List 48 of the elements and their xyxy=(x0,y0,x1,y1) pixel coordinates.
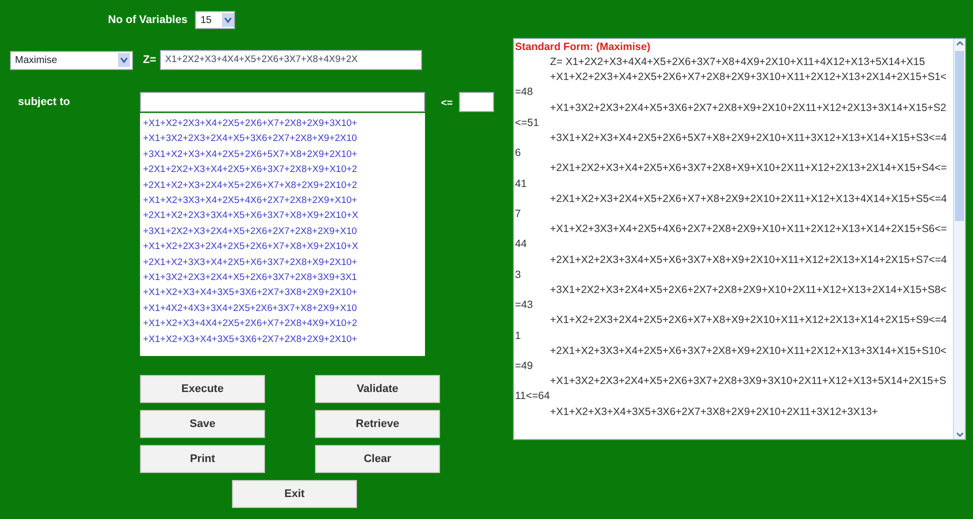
standard-form-entry: +X1+X2+X3+X4+3X5+3X6+2X7+3X8+2X9+2X10+2X11+3X12+3X13+ xyxy=(549,404,879,420)
constraint-line: +X1+X2+X3+4X4+2X5+2X6+X7+2X8+4X9+X10+2 xyxy=(143,317,358,332)
action-button[interactable]: Retrieve xyxy=(315,410,440,438)
action-button[interactable]: Print xyxy=(140,445,265,473)
standard-form-entry: Z= X1+2X2+X3+4X4+X5+2X6+3X7+X8+4X9+2X10+X11+4X12+X13+5X14+X15 xyxy=(549,55,926,70)
standard-form-entry: +X1+3X2+2X3+2X4+X5+2X6+3X7+2X8+3X9+3X10+2X11+X12+X13+5X14+2X15+S11<=64 xyxy=(515,374,948,404)
standard-form-title: Standard Form: (Maximise) xyxy=(515,40,652,55)
constraint-line: +2X1+X2+3X3+X4+2X5+X6+3X7+2X8+X9+2X10+ xyxy=(143,256,358,270)
action-button[interactable]: Exit xyxy=(232,480,357,508)
constraint-line: +X1+X2+X3+X4+3X5+3X6+2X7+3X8+2X9+2X10+ xyxy=(143,286,358,300)
standard-form-entry: +2X1+X2+2X3+3X4+X5+X6+3X7+X8+X9+2X10+X11+X12+2X13+X14+2X15+S7<=43 xyxy=(515,252,948,283)
standard-form-entry: +2X1+X2+3X3+X4+2X5+X6+3X7+2X8+X9+2X10+X11+2X12+X13+3X14+X15+S10<=49 xyxy=(515,344,948,374)
constraint-line: +X1+X2+X3+X4+3X5+3X6+2X7+2X8+2X9+2X10+ xyxy=(143,332,358,347)
standard-form-entry: +2X1+2X2+X3+X4+2X5+X6+3X7+2X8+X9+X10+2X11+X12+2X13+2X14+X15+S4<=41 xyxy=(515,161,948,192)
bound-field[interactable] xyxy=(458,92,494,112)
variables-select[interactable]: 15 xyxy=(195,11,236,29)
constraint-line: +X1+3X2+2X3+2X4+X5+2X6+3X7+2X8+3X9+3X1 xyxy=(143,271,358,286)
constraint-field[interactable] xyxy=(140,92,425,112)
constraint-line: +X1+3X2+2X3+2X4+X5+3X6+2X7+2X8+X9+2X10 xyxy=(143,132,358,146)
scrollbar[interactable] xyxy=(953,39,965,439)
standard-form-entry: +3X1+2X2+X3+2X4+X5+2X6+2X7+2X8+2X9+X10+2X11+X12+X13+2X14+X15+S8<=43 xyxy=(515,283,948,314)
constraint-line: +3X1+X2+X3+X4+2X5+2X6+5X7+X8+2X9+2X10+ xyxy=(143,148,358,162)
constraint-line: +3X1+2X2+X3+2X4+X5+2X6+2X7+2X8+2X9+X10 xyxy=(143,224,358,239)
constraint-line: +2X1+2X2+X3+X4+2X5+X6+3X7+2X8+X9+X10+2 xyxy=(143,163,358,178)
standard-form-entry: +X1+X2+3X3+X4+2X5+4X6+2X7+2X8+2X9+X10+X11+2X12+X13+X14+2X15+S6<=44 xyxy=(515,222,948,252)
objective-label: Z= xyxy=(143,52,156,68)
variables-label: No of Variables xyxy=(108,12,188,28)
constraint-line: +X1+X2+2X3+2X4+2X5+2X6+X7+X8+X9+2X10+X xyxy=(143,240,360,254)
action-button[interactable]: Execute xyxy=(140,375,265,403)
constraint-line: +X1+X2+3X3+X4+2X5+4X6+2X7+2X8+2X9+X10+ xyxy=(143,194,358,208)
action-button[interactable]: Validate xyxy=(315,375,440,403)
standard-form-entry: +X1+3X2+2X3+2X4+X5+3X6+2X7+2X8+X9+2X10+2X11+X12+2X13+3X14+X15+S2<=51 xyxy=(515,100,948,131)
action-button[interactable]: Save xyxy=(140,410,265,438)
subject-to-label: subject to xyxy=(18,95,71,110)
action-button[interactable]: Clear xyxy=(315,445,440,473)
standard-form-entry: +2X1+X2+X3+2X4+X5+2X6+X7+X8+2X9+2X10+2X11+X12+X13+4X14+X15+S5<=47 xyxy=(515,192,948,222)
constraint-list[interactable] xyxy=(140,113,425,356)
objective-field[interactable]: X1+2X2+X3+4X4+X5+2X6+3X7+X8+4X9+2X xyxy=(160,50,422,70)
scroll-thumb[interactable] xyxy=(955,51,964,221)
standard-form-entry: +X1+X2+2X3+2X4+2X5+2X6+X7+X8+X9+2X10+X11+X12+2X13+X14+2X15+S9<=41 xyxy=(515,313,948,344)
constraint-line: +X1+4X2+4X3+3X4+2X5+2X6+3X7+X8+2X9+X10 xyxy=(143,302,358,316)
objective-mode-select[interactable]: Maximise xyxy=(10,50,133,70)
constraint-line: +2X1+X2+2X3+3X4+X5+X6+3X7+X8+X9+2X10+X xyxy=(143,209,360,224)
standard-form-entry: +X1+X2+2X3+X4+2X5+2X6+X7+2X8+2X9+3X10+X11+2X12+X13+2X14+2X15+S1<=48 xyxy=(515,70,948,100)
relation-label: <= xyxy=(441,97,453,111)
constraint-line: +2X1+X2+X3+2X4+X5+2X6+X7+X8+2X9+2X10+2 xyxy=(143,178,358,193)
constraint-line: +X1+X2+2X3+X4+2X5+2X6+X7+2X8+2X9+3X10+ xyxy=(143,117,358,131)
standard-form-entry: +3X1+X2+X3+X4+2X5+2X6+5X7+X8+2X9+2X10+X11+3X12+X13+X14+X15+S3<=46 xyxy=(515,131,948,162)
